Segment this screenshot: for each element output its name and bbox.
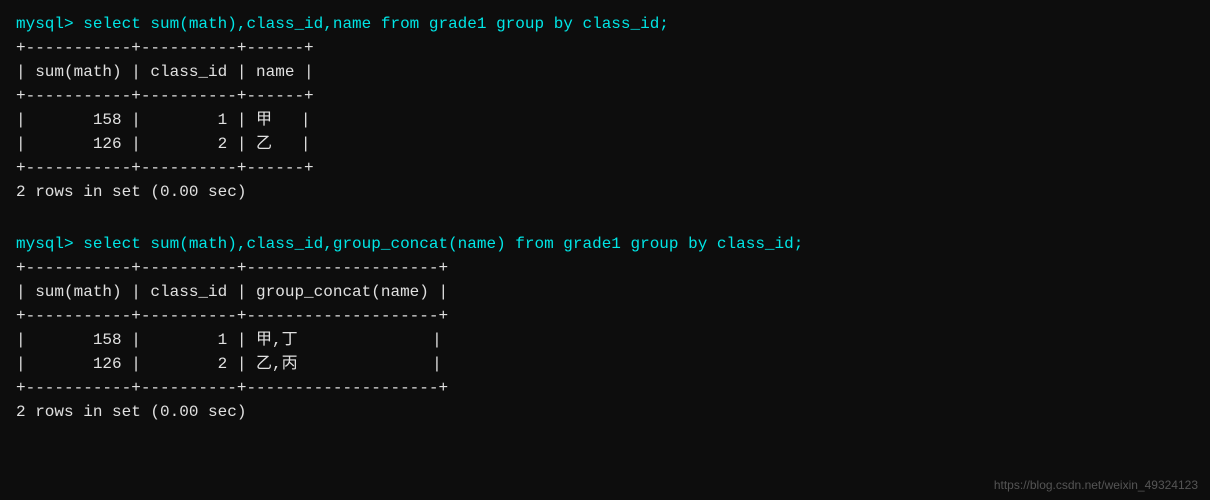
table-header-border-2: +-----------+----------+----------------…: [16, 304, 1194, 328]
query-line-1: mysql> select sum(math),class_id,name fr…: [16, 12, 1194, 36]
table-row-1-1: | 158 | 1 | 甲 |: [16, 108, 1194, 132]
table-border-bottom-2: +-----------+----------+----------------…: [16, 376, 1194, 400]
query-line-2: mysql> select sum(math),class_id,group_c…: [16, 232, 1194, 256]
table-header-1: | sum(math) | class_id | name |: [16, 60, 1194, 84]
result-info-1: 2 rows in set (0.00 sec): [16, 180, 1194, 204]
result-info-2: 2 rows in set (0.00 sec): [16, 400, 1194, 424]
query-block-2: mysql> select sum(math),class_id,group_c…: [16, 232, 1194, 424]
table-row-2-2: | 126 | 2 | 乙,丙 |: [16, 352, 1194, 376]
table-row-1-2: | 126 | 2 | 乙 |: [16, 132, 1194, 156]
table-header-border-1: +-----------+----------+------+: [16, 84, 1194, 108]
table-border-top-2: +-----------+----------+----------------…: [16, 256, 1194, 280]
table-border-top-1: +-----------+----------+------+: [16, 36, 1194, 60]
watermark: https://blog.csdn.net/weixin_49324123: [994, 478, 1198, 492]
terminal-window: mysql> select sum(math),class_id,name fr…: [0, 0, 1210, 500]
query-block-1: mysql> select sum(math),class_id,name fr…: [16, 12, 1194, 204]
table-border-bottom-1: +-----------+----------+------+: [16, 156, 1194, 180]
table-row-2-1: | 158 | 1 | 甲,丁 |: [16, 328, 1194, 352]
table-header-2: | sum(math) | class_id | group_concat(na…: [16, 280, 1194, 304]
spacer: [16, 208, 1194, 232]
